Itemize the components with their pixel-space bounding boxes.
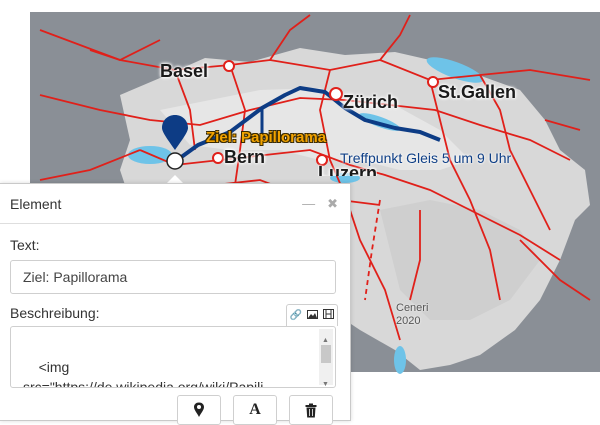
text-input[interactable]: [10, 260, 336, 294]
marker-button[interactable]: [177, 395, 221, 425]
meeting-point-label[interactable]: Treffpunkt Gleis 5 um 9 Uhr: [340, 150, 511, 166]
editor-toolbar: 🔗: [286, 304, 338, 326]
station-bern: [212, 152, 224, 164]
font-button[interactable]: A: [233, 395, 277, 425]
delete-button[interactable]: [289, 395, 333, 425]
element-panel: Element — ✖ Text: Beschreibung: 🔗 <img s…: [0, 183, 351, 425]
station-zurich: [329, 87, 343, 101]
tunnel-label-name: Ceneri: [396, 302, 429, 314]
description-textarea[interactable]: <img src="https://de.wikipedia.org/wiki/…: [10, 326, 336, 388]
link-icon[interactable]: 🔗: [289, 310, 303, 321]
city-label-basel: Basel: [160, 61, 209, 81]
tunnel-label-year: 2020: [396, 315, 421, 327]
description-label: Beschreibung:: [10, 305, 100, 321]
city-label-stgallen: St.Gallen: [438, 82, 517, 102]
minimize-icon[interactable]: —: [302, 196, 315, 212]
city-label-zurich: Zürich: [343, 92, 399, 112]
panel-title: Element: [10, 195, 62, 212]
font-icon: A: [249, 401, 261, 418]
lake-maggiore: [394, 346, 406, 374]
trash-icon: [305, 403, 317, 417]
film-icon[interactable]: [321, 309, 335, 322]
image-icon[interactable]: [305, 309, 319, 322]
station-basel: [223, 60, 235, 72]
description-text: <img src="https://de.wikipedia.org/wiki/…: [23, 359, 264, 388]
panel-controls: — ✖: [302, 196, 338, 212]
scroll-down-arrow-icon[interactable]: ▼: [322, 375, 329, 387]
station-stgallen: [427, 76, 439, 88]
close-icon[interactable]: ✖: [327, 196, 338, 212]
map-pin-icon: [194, 402, 204, 417]
scroll-thumb[interactable]: [321, 345, 331, 363]
city-label-bern: Bern: [224, 147, 266, 167]
text-label: Text:: [10, 237, 40, 253]
tunnel-label: Ceneri 2020: [396, 302, 428, 328]
panel-header[interactable]: Element — ✖: [0, 184, 350, 224]
textarea-scrollbar[interactable]: ▲ ▼: [319, 329, 333, 387]
target-label[interactable]: Ziel: Papillorama: [206, 129, 326, 146]
